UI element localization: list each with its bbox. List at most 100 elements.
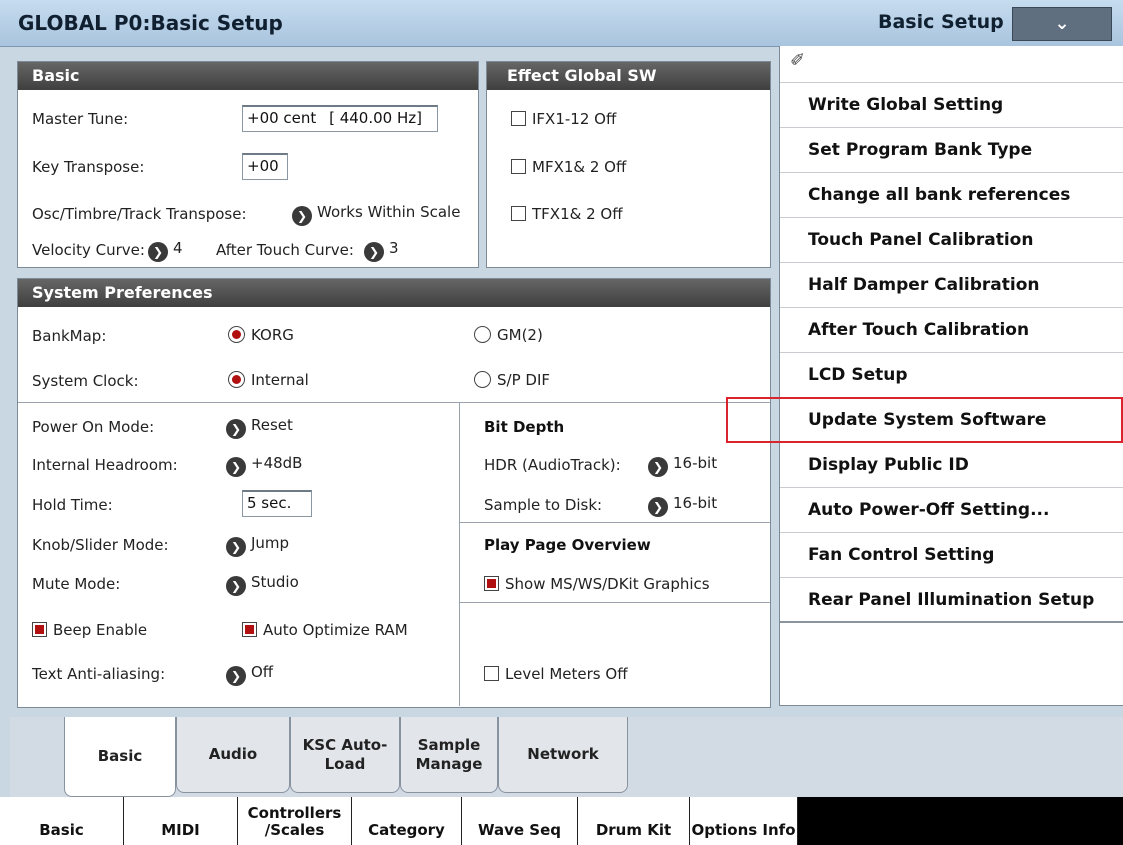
hdr-label: HDR (AudioTrack): xyxy=(484,456,621,474)
show-graphics-checkbox[interactable]: Show MS/WS/DKit Graphics xyxy=(484,575,710,593)
level-meters-off-checkbox[interactable]: Level Meters Off xyxy=(484,665,628,683)
chevron-right-icon: ❯ xyxy=(364,242,384,262)
chevron-right-icon: ❯ xyxy=(648,497,668,517)
key-transpose-field[interactable]: +00 xyxy=(242,153,288,180)
tab-ksc-auto-load[interactable]: KSC Auto-Load xyxy=(290,717,400,793)
auto-optimize-ram-checkbox[interactable]: Auto Optimize RAM xyxy=(242,621,408,639)
mode-tab-basic[interactable]: Basic xyxy=(0,797,124,845)
internal-headroom-value: +48dB xyxy=(251,454,303,472)
divider xyxy=(459,522,770,523)
checkbox-icon xyxy=(511,111,526,126)
menu-set-program-bank-type[interactable]: Set Program Bank Type xyxy=(780,128,1123,173)
mode-tab-drum-kit[interactable]: Drum Kit xyxy=(578,797,690,845)
bankmap-gm2-radio[interactable]: GM(2) xyxy=(474,326,543,344)
radio-icon xyxy=(474,371,491,388)
checkbox-icon xyxy=(511,206,526,221)
power-on-mode-value: Reset xyxy=(251,416,293,434)
chevron-right-icon: ❯ xyxy=(226,666,246,686)
chevron-right-icon: ❯ xyxy=(292,206,312,226)
sample-to-disk-label: Sample to Disk: xyxy=(484,496,603,514)
checkbox-icon xyxy=(511,159,526,174)
tab-audio[interactable]: Audio xyxy=(176,717,290,793)
osc-transpose-value: Works Within Scale xyxy=(317,203,461,221)
chevron-down-icon: ⌄ xyxy=(1054,13,1070,34)
chevron-right-icon: ❯ xyxy=(648,457,668,477)
aftertouch-curve-label: After Touch Curve: xyxy=(216,241,354,259)
clock-internal-radio[interactable]: Internal xyxy=(228,371,309,389)
velocity-curve-popup[interactable]: ❯ 4 xyxy=(148,239,183,262)
menu-write-global-setting[interactable]: Write Global Setting xyxy=(780,83,1123,128)
mute-mode-label: Mute Mode: xyxy=(32,575,121,593)
mfx-off-checkbox[interactable]: MFX1& 2 Off xyxy=(511,158,626,176)
text-anti-aliasing-popup[interactable]: ❯ Off xyxy=(226,663,273,686)
hold-time-field[interactable]: 5 sec. xyxy=(242,490,312,517)
master-tune-label: Master Tune: xyxy=(32,110,129,128)
tfx-off-checkbox[interactable]: TFX1& 2 Off xyxy=(511,205,623,223)
menu-display-public-id[interactable]: Display Public ID xyxy=(780,443,1123,488)
page-menu-label: Basic Setup xyxy=(878,11,1004,33)
mode-tab-wave-seq[interactable]: Wave Seq xyxy=(462,797,578,845)
mode-tab-controllers-scales[interactable]: Controllers /Scales xyxy=(238,797,352,845)
power-on-mode-label: Power On Mode: xyxy=(32,418,155,436)
basic-panel: Basic Master Tune: +00 cent [ 440.00 Hz]… xyxy=(17,61,479,268)
aftertouch-curve-popup[interactable]: ❯ 3 xyxy=(364,239,399,262)
mode-tab-category[interactable]: Category xyxy=(352,797,462,845)
menu-after-touch-calibration[interactable]: After Touch Calibration xyxy=(780,308,1123,353)
clock-spdif-label: S/P DIF xyxy=(497,371,550,389)
system-clock-label: System Clock: xyxy=(32,372,139,390)
tab-sample-manage[interactable]: Sample Manage xyxy=(400,717,498,793)
divider xyxy=(18,402,770,403)
system-preferences-panel: System Preferences BankMap: KORG GM(2) S… xyxy=(17,278,771,708)
page-title: GLOBAL P0:Basic Setup xyxy=(18,11,283,35)
divider xyxy=(459,402,460,706)
effect-global-panel: Effect Global SW IFX1-12 Off MFX1& 2 Off… xyxy=(486,61,771,268)
highlight-box xyxy=(726,397,1123,443)
chevron-right-icon: ❯ xyxy=(226,537,246,557)
beep-enable-label: Beep Enable xyxy=(53,621,148,639)
bankmap-gm2-label: GM(2) xyxy=(497,326,543,344)
text-anti-aliasing-label: Text Anti-aliasing: xyxy=(32,665,166,683)
mfx-off-label: MFX1& 2 Off xyxy=(532,158,627,176)
menu-auto-power-off-setting[interactable]: Auto Power-Off Setting... xyxy=(780,488,1123,533)
ifx-off-checkbox[interactable]: IFX1-12 Off xyxy=(511,110,616,128)
text-anti-aliasing-value: Off xyxy=(251,663,274,681)
bankmap-korg-radio[interactable]: KORG xyxy=(228,326,294,344)
sample-to-disk-popup[interactable]: ❯ 16-bit xyxy=(648,494,717,517)
power-on-mode-popup[interactable]: ❯ Reset xyxy=(226,416,293,439)
hold-time-label: Hold Time: xyxy=(32,496,113,514)
master-tune-value: +00 cent xyxy=(247,109,317,127)
menu-fan-control-setting[interactable]: Fan Control Setting xyxy=(780,533,1123,578)
hdr-bit-value: 16-bit xyxy=(673,454,718,472)
menu-half-damper-calibration[interactable]: Half Damper Calibration xyxy=(780,263,1123,308)
basic-heading: Basic xyxy=(18,62,478,90)
menu-lcd-setup[interactable]: LCD Setup xyxy=(780,353,1123,398)
hdr-bit-popup[interactable]: ❯ 16-bit xyxy=(648,454,717,477)
sample-to-disk-value: 16-bit xyxy=(673,494,718,512)
menu-change-all-bank-references[interactable]: Change all bank references xyxy=(780,173,1123,218)
mode-tab-options-info[interactable]: Options Info xyxy=(690,797,798,845)
master-tune-field[interactable]: +00 cent [ 440.00 Hz] xyxy=(242,105,438,132)
knob-slider-mode-value: Jump xyxy=(251,534,290,552)
tab-basic[interactable]: Basic xyxy=(64,717,176,797)
ifx-off-label: IFX1-12 Off xyxy=(532,110,617,128)
chevron-right-icon: ❯ xyxy=(226,419,246,439)
radio-selected-icon xyxy=(228,326,245,343)
pin-icon[interactable]: ✐ xyxy=(790,50,805,78)
master-tune-hz: [ 440.00 Hz] xyxy=(329,109,422,127)
mode-tab-midi[interactable]: MIDI xyxy=(124,797,238,845)
knob-slider-mode-popup[interactable]: ❯ Jump xyxy=(226,534,289,557)
checkbox-checked-icon xyxy=(242,622,257,637)
page-menu-button[interactable]: ⌄ xyxy=(1012,7,1112,41)
velocity-curve-label: Velocity Curve: xyxy=(32,241,145,259)
internal-headroom-popup[interactable]: ❯ +48dB xyxy=(226,454,302,477)
menu-touch-panel-calibration[interactable]: Touch Panel Calibration xyxy=(780,218,1123,263)
radio-icon xyxy=(474,326,491,343)
mute-mode-popup[interactable]: ❯ Studio xyxy=(226,573,299,596)
clock-spdif-radio[interactable]: S/P DIF xyxy=(474,371,550,389)
chevron-right-icon: ❯ xyxy=(226,576,246,596)
tab-network[interactable]: Network xyxy=(498,717,628,793)
osc-transpose-popup[interactable]: ❯ Works Within Scale xyxy=(292,203,460,226)
beep-enable-checkbox[interactable]: Beep Enable xyxy=(32,621,147,639)
osc-transpose-label: Osc/Timbre/Track Transpose: xyxy=(32,205,247,223)
menu-rear-panel-illumination-setup[interactable]: Rear Panel Illumination Setup xyxy=(780,578,1123,623)
